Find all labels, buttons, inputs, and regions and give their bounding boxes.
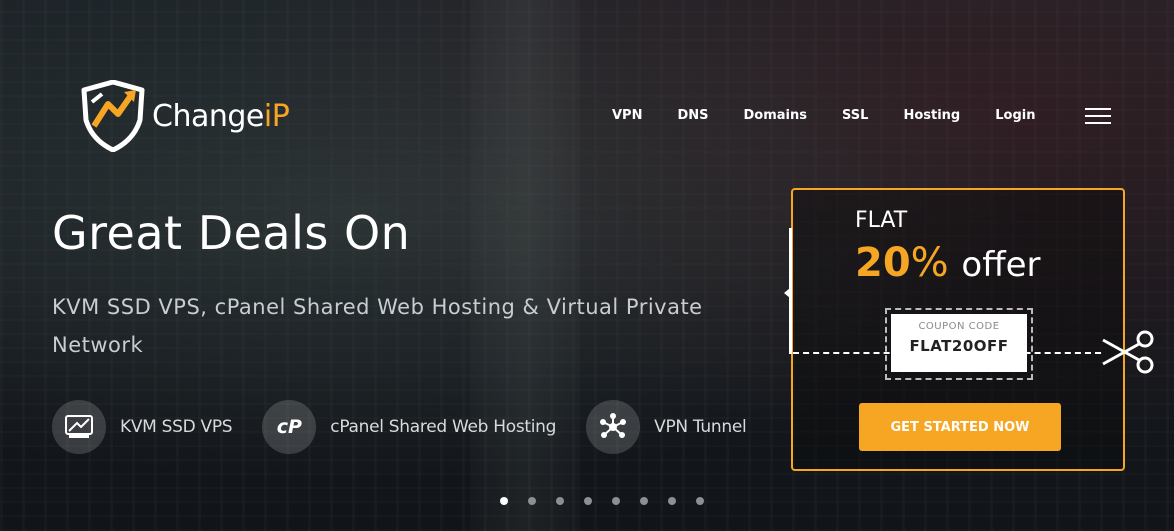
nav-ssl[interactable]: SSL xyxy=(842,108,868,123)
shield-logo-icon xyxy=(81,80,145,152)
vpn-network-icon xyxy=(586,400,641,454)
offer-word: offer xyxy=(961,245,1041,285)
menu-line xyxy=(1085,115,1111,117)
nav-hosting[interactable]: Hosting xyxy=(903,108,960,123)
brand-name: ChangeiP xyxy=(152,98,290,134)
top-nav: VPN DNS Domains SSL Hosting Login xyxy=(612,108,1070,123)
menu-line xyxy=(1085,122,1111,124)
feature-list: KVM SSD VPS cP cPanel Shared Web Hosting… xyxy=(52,400,776,454)
slider-dot[interactable] xyxy=(528,497,536,505)
slider-dot[interactable] xyxy=(584,497,592,505)
coupon-offer-card: FLAT 20% offer COUPON CODE FLAT20OFF GET… xyxy=(784,188,1154,471)
coupon-label: COUPON CODE xyxy=(918,321,1000,332)
coupon-code: FLAT20OFF xyxy=(909,337,1009,355)
slider-dot[interactable] xyxy=(696,497,704,505)
brand-name-suffix: iP xyxy=(263,98,290,134)
menu-line xyxy=(1085,108,1111,110)
slider-pagination xyxy=(500,497,724,505)
slider-dot[interactable] xyxy=(668,497,676,505)
feature-kvm-ssd-vps[interactable]: KVM SSD VPS xyxy=(52,400,233,454)
slider-dot[interactable] xyxy=(612,497,620,505)
slider-dot[interactable] xyxy=(500,497,508,505)
coupon-box[interactable]: COUPON CODE FLAT20OFF xyxy=(891,314,1027,372)
feature-label: VPN Tunnel xyxy=(654,417,747,437)
feature-label: KVM SSD VPS xyxy=(120,417,233,437)
brand-logo[interactable]: ChangeiP xyxy=(80,80,290,152)
nav-domains[interactable]: Domains xyxy=(744,108,808,123)
nav-vpn[interactable]: VPN xyxy=(612,108,642,123)
card-pointer xyxy=(784,288,790,298)
feature-label: cPanel Shared Web Hosting xyxy=(330,417,557,437)
offer-flat-label: FLAT xyxy=(855,208,908,233)
nav-login[interactable]: Login xyxy=(995,108,1035,123)
scissors-icon xyxy=(1102,330,1154,374)
offer-percent-value: 20 xyxy=(855,240,911,286)
nav-dns[interactable]: DNS xyxy=(677,108,708,123)
hero-subhead: KVM SSD VPS, cPanel Shared Web Hosting &… xyxy=(52,295,703,357)
hero-headline: Great Deals On xyxy=(52,206,411,260)
hamburger-menu-icon[interactable] xyxy=(1085,108,1111,124)
get-started-button[interactable]: GET STARTED NOW xyxy=(859,403,1061,451)
cpanel-icon: cP xyxy=(262,400,317,454)
offer-percent-sign: % xyxy=(910,240,949,286)
vps-icon xyxy=(52,400,106,454)
brand-name-prefix: Change xyxy=(152,98,264,134)
slider-dot[interactable] xyxy=(556,497,564,505)
feature-vpn-tunnel[interactable]: VPN Tunnel xyxy=(586,400,747,454)
feature-cpanel-hosting[interactable]: cP cPanel Shared Web Hosting xyxy=(262,400,556,454)
offer-percent: 20% offer xyxy=(855,240,1041,286)
slider-dot[interactable] xyxy=(640,497,648,505)
